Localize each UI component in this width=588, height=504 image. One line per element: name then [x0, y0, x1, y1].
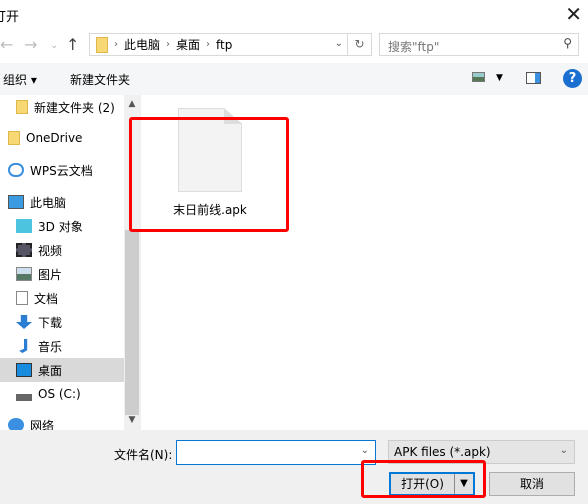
sidebar-item[interactable]: 图片: [0, 262, 124, 286]
highlight-box: [361, 460, 486, 498]
download-icon: [16, 315, 32, 329]
sidebar-item-label: 桌面: [38, 363, 63, 378]
filename-label: 文件名(N):: [114, 448, 173, 462]
sidebar-item[interactable]: 此电脑: [0, 190, 124, 214]
scroll-down-icon[interactable]: ▼: [124, 415, 140, 425]
sidebar-item[interactable]: WPS云文档: [0, 158, 124, 182]
sidebar-item[interactable]: 音乐: [0, 334, 124, 358]
back-button[interactable]: ←: [0, 35, 13, 54]
sidebar-item[interactable]: 网络: [0, 413, 124, 430]
recent-dropdown[interactable]: ⌄: [50, 40, 58, 51]
sidebar-item[interactable]: 下载: [0, 310, 124, 334]
preview-pane-icon[interactable]: [526, 72, 541, 84]
view-icon[interactable]: [472, 72, 485, 82]
folder-icon: [96, 36, 108, 53]
sidebar-item-label: 网络: [30, 418, 55, 431]
new-folder-button[interactable]: 新建文件夹: [70, 71, 130, 88]
window-title: 打开: [0, 10, 20, 25]
forward-button[interactable]: →: [24, 35, 37, 54]
refresh-icon[interactable]: ↻: [347, 34, 371, 55]
document-icon: [16, 291, 28, 305]
sidebar-item-label: OS (C:): [38, 387, 81, 401]
sidebar-item[interactable]: 桌面: [0, 358, 124, 382]
organize-button[interactable]: 组织 ▾: [3, 71, 37, 88]
sidebar-item[interactable]: 3D 对象: [0, 214, 124, 238]
view-dropdown-icon[interactable]: ▼: [496, 73, 503, 83]
sidebar-item-label: WPS云文档: [30, 163, 93, 178]
network-icon: [8, 418, 24, 430]
sidebar-item-label: 下载: [38, 315, 63, 330]
address-bar[interactable]: › 此电脑 › 桌面 › ftp ⌄ ↻: [89, 33, 372, 56]
sidebar-item[interactable]: OneDrive: [0, 126, 124, 150]
scroll-up-icon[interactable]: ▲: [124, 99, 140, 109]
sidebar-item[interactable]: 新建文件夹 (2): [0, 95, 124, 119]
sidebar-item-label: 图片: [38, 267, 63, 282]
folder-icon: [16, 100, 28, 114]
scrollbar-thumb[interactable]: [125, 230, 139, 415]
drive-icon: [16, 387, 32, 401]
breadcrumb-item[interactable]: 此电脑: [124, 36, 160, 53]
help-icon[interactable]: ?: [563, 69, 582, 88]
picture-icon: [16, 267, 32, 281]
sidebar-item-label: 新建文件夹 (2): [34, 100, 115, 115]
music-icon: [19, 339, 28, 353]
sidebar-item-label: 文档: [34, 291, 59, 306]
cube-icon: [16, 219, 32, 233]
sidebar-item-label: 此电脑: [30, 195, 67, 210]
search-input[interactable]: 搜索"ftp" ⚲: [379, 33, 579, 56]
folder-icon: [8, 131, 20, 145]
sidebar-item[interactable]: 视频: [0, 238, 124, 262]
sidebar-item[interactable]: OS (C:): [0, 382, 124, 406]
filename-input[interactable]: ⌄: [176, 440, 376, 465]
chevron-down-icon[interactable]: ⌄: [361, 445, 369, 456]
cancel-button[interactable]: 取消: [489, 472, 575, 496]
search-icon: ⚲: [563, 36, 572, 50]
toolbar: 组织 ▾ 新建文件夹 ▼ ?: [0, 63, 588, 95]
sidebar-item-label: OneDrive: [26, 131, 83, 145]
sidebar-item-label: 音乐: [38, 339, 63, 354]
close-icon[interactable]: ✕: [565, 2, 582, 26]
chevron-down-icon: ⌄: [559, 445, 568, 456]
video-icon: [16, 243, 32, 257]
cloud-icon: [8, 163, 24, 177]
chevron-down-icon[interactable]: ⌄: [335, 38, 343, 49]
sidebar-item-label: 视频: [38, 243, 63, 258]
up-button[interactable]: ↑: [66, 35, 79, 54]
breadcrumb-item[interactable]: 桌面: [176, 36, 200, 53]
navigation-pane: 新建文件夹 (2) OneDrive WPS云文档 此电脑 3D 对象视频图片文档下载音…: [0, 95, 124, 430]
sidebar-item-label: 3D 对象: [38, 219, 83, 234]
sidebar-item[interactable]: 文档: [0, 286, 124, 310]
breadcrumb-item[interactable]: ftp: [216, 38, 232, 52]
highlight-box: [129, 117, 289, 232]
computer-icon: [8, 195, 24, 209]
desktop-icon: [16, 363, 32, 377]
